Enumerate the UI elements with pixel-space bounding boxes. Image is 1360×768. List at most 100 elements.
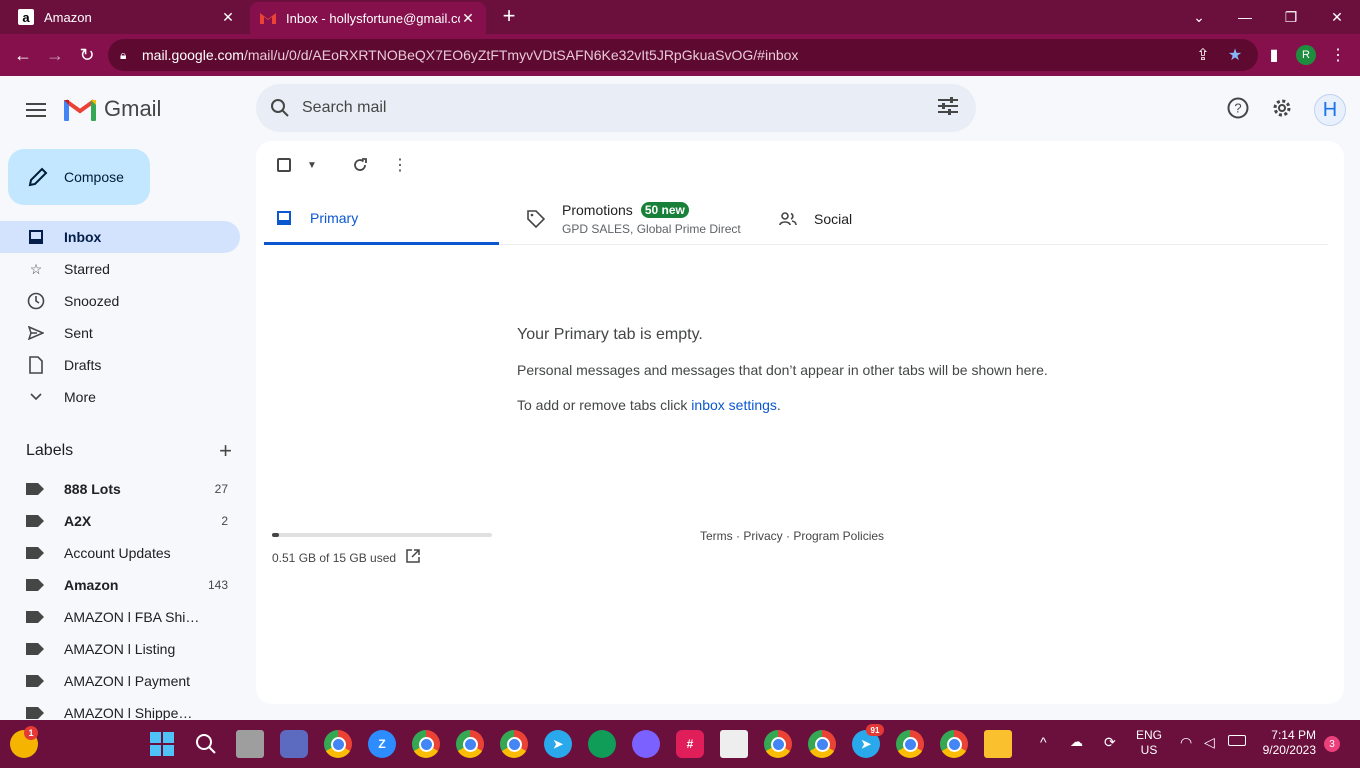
clock-date: 9/20/2023 bbox=[1262, 743, 1316, 757]
chrome-icon-active[interactable] bbox=[940, 730, 968, 758]
language-code: ENG bbox=[1136, 728, 1163, 742]
search-icon[interactable] bbox=[270, 98, 290, 118]
label-tag-icon bbox=[26, 675, 44, 687]
search-bar[interactable]: Search mail bbox=[256, 84, 976, 132]
share-icon[interactable]: ⇪ bbox=[1190, 42, 1216, 68]
gmail-wordmark: Gmail bbox=[104, 96, 162, 121]
messenger-icon[interactable] bbox=[632, 730, 660, 758]
storage-bar bbox=[272, 533, 492, 537]
chrome-icon[interactable] bbox=[764, 730, 792, 758]
search-options-icon[interactable] bbox=[928, 96, 968, 120]
chrome-icon[interactable] bbox=[324, 730, 352, 758]
help-icon[interactable]: ? bbox=[1224, 94, 1252, 122]
label-item[interactable]: AMAZON l Payment bbox=[0, 665, 240, 697]
browser-tab-amazon[interactable]: a Amazon ✕ bbox=[8, 0, 246, 34]
tab-social[interactable]: Social bbox=[778, 193, 978, 245]
zoom-icon[interactable]: Z bbox=[368, 730, 396, 758]
gmail-logo[interactable]: Gmail bbox=[64, 96, 161, 122]
close-tab-icon[interactable]: ✕ bbox=[460, 10, 476, 27]
inbox-icon bbox=[274, 208, 294, 228]
label-item[interactable]: AMAZON l Listing bbox=[0, 633, 240, 665]
browser-menu-icon[interactable]: ⋮ bbox=[1325, 42, 1351, 68]
battery-icon[interactable] bbox=[1228, 735, 1246, 746]
tab-primary[interactable]: Primary bbox=[264, 193, 499, 245]
external-link-icon[interactable] bbox=[406, 549, 420, 566]
labels-title: Labels bbox=[26, 442, 74, 459]
empty-state-message: Personal messages and messages that don’… bbox=[517, 362, 1048, 378]
chrome-icon[interactable] bbox=[500, 730, 528, 758]
teams-icon[interactable] bbox=[280, 730, 308, 758]
search-input[interactable]: Search mail bbox=[302, 99, 928, 117]
label-tag-icon bbox=[26, 611, 44, 623]
address-bar[interactable]: 🔒︎ mail.google.com/mail/u/0/d/AEoRXRTNOB… bbox=[108, 39, 1258, 71]
footer-links[interactable]: Terms · Privacy · Program Policies bbox=[700, 529, 884, 543]
forward-button[interactable]: → bbox=[42, 42, 68, 68]
more-options-icon[interactable]: ⋮ bbox=[388, 153, 412, 177]
nav-item-label: Inbox bbox=[64, 229, 102, 245]
label-item[interactable]: Account Updates bbox=[0, 537, 240, 569]
tab-promotions[interactable]: Promotions 50 new GPD SALES, Global Prim… bbox=[526, 193, 766, 245]
windows-start-icon[interactable] bbox=[148, 730, 176, 758]
star-icon: ☆ bbox=[29, 260, 43, 277]
nav-item-inbox[interactable]: Inbox bbox=[0, 221, 240, 253]
close-tab-icon[interactable]: ✕ bbox=[220, 9, 236, 26]
new-tab-button[interactable]: + bbox=[498, 5, 520, 28]
slack-icon[interactable]: # bbox=[676, 730, 704, 758]
url-text: mail.google.com/mail/u/0/d/AEoRXRTNOBeQX… bbox=[142, 47, 799, 63]
sync-icon[interactable]: ⟳ bbox=[1104, 734, 1116, 751]
clock[interactable]: 7:14 PM 9/20/2023 bbox=[1258, 728, 1316, 758]
task-view-icon[interactable] bbox=[236, 730, 264, 758]
label-item[interactable]: A2X 2 bbox=[0, 505, 240, 537]
back-button[interactable]: ← bbox=[10, 42, 36, 68]
profile-button[interactable]: R bbox=[1293, 42, 1319, 68]
add-label-button[interactable]: + bbox=[219, 438, 232, 464]
account-avatar[interactable]: H bbox=[1314, 94, 1346, 126]
nav-item-drafts[interactable]: Drafts bbox=[0, 349, 240, 381]
restore-button[interactable]: ❐ bbox=[1268, 0, 1314, 34]
nav-item-snoozed[interactable]: Snoozed bbox=[0, 285, 240, 317]
label-item[interactable]: Amazon 143 bbox=[0, 569, 240, 601]
nav-item-starred[interactable]: ☆ Starred bbox=[0, 253, 240, 285]
chrome-icon[interactable] bbox=[412, 730, 440, 758]
chevron-down-icon bbox=[26, 387, 46, 407]
inbox-settings-link[interactable]: inbox settings bbox=[691, 397, 777, 413]
search-icon[interactable] bbox=[192, 730, 220, 758]
compose-button[interactable]: Compose bbox=[8, 149, 150, 205]
close-window-button[interactable]: ✕ bbox=[1314, 0, 1360, 34]
label-item[interactable]: 888 Lots 27 bbox=[0, 473, 240, 505]
empty-state-hint: To add or remove tabs click inbox settin… bbox=[517, 397, 781, 413]
browser-tab-gmail[interactable]: Inbox - hollysfortune@gmail.com ✕ bbox=[250, 2, 486, 34]
onedrive-icon[interactable]: ☁ bbox=[1070, 734, 1083, 750]
file-explorer-icon[interactable] bbox=[984, 730, 1012, 758]
reload-button[interactable]: ↻ bbox=[74, 42, 100, 68]
nav-item-more[interactable]: More bbox=[0, 381, 240, 413]
volume-icon[interactable]: ◁ bbox=[1204, 734, 1215, 751]
main-menu-icon[interactable] bbox=[20, 96, 52, 124]
tab-search-icon[interactable]: ⌄ bbox=[1176, 0, 1222, 34]
wifi-icon[interactable]: ◠ bbox=[1180, 734, 1192, 751]
browser-tab-strip: a Amazon ✕ Inbox - hollysfortune@gmail.c… bbox=[0, 0, 1360, 34]
chrome-icon[interactable] bbox=[456, 730, 484, 758]
bookmark-star-icon[interactable]: ★ bbox=[1222, 42, 1248, 68]
minimize-button[interactable]: — bbox=[1222, 0, 1268, 34]
telegram-icon[interactable]: ➤ bbox=[544, 730, 572, 758]
select-all-checkbox[interactable] bbox=[272, 153, 296, 177]
people-icon bbox=[778, 209, 798, 229]
profile-avatar: R bbox=[1296, 45, 1316, 65]
chrome-icon[interactable] bbox=[896, 730, 924, 758]
nav-item-sent[interactable]: Sent bbox=[0, 317, 240, 349]
refresh-icon[interactable] bbox=[348, 153, 372, 177]
select-dropdown-icon[interactable]: ▼ bbox=[300, 153, 324, 177]
show-hidden-icons-icon[interactable]: ^ bbox=[1040, 734, 1047, 750]
notification-count-badge[interactable]: 3 bbox=[1324, 736, 1340, 752]
settings-gear-icon[interactable] bbox=[1268, 94, 1296, 122]
chrome-icon[interactable] bbox=[808, 730, 836, 758]
tab-title: Inbox - hollysfortune@gmail.com bbox=[286, 10, 460, 26]
label-name: AMAZON l Shipped Order bbox=[64, 705, 200, 721]
snipping-tool-icon[interactable] bbox=[720, 730, 748, 758]
side-panel-icon[interactable]: ▮ bbox=[1261, 42, 1287, 68]
label-item[interactable]: AMAZON l FBA Shipmen... bbox=[0, 601, 240, 633]
label-count: 2 bbox=[221, 514, 228, 528]
edge-icon[interactable] bbox=[588, 730, 616, 758]
language-indicator[interactable]: ENG US bbox=[1136, 728, 1162, 758]
